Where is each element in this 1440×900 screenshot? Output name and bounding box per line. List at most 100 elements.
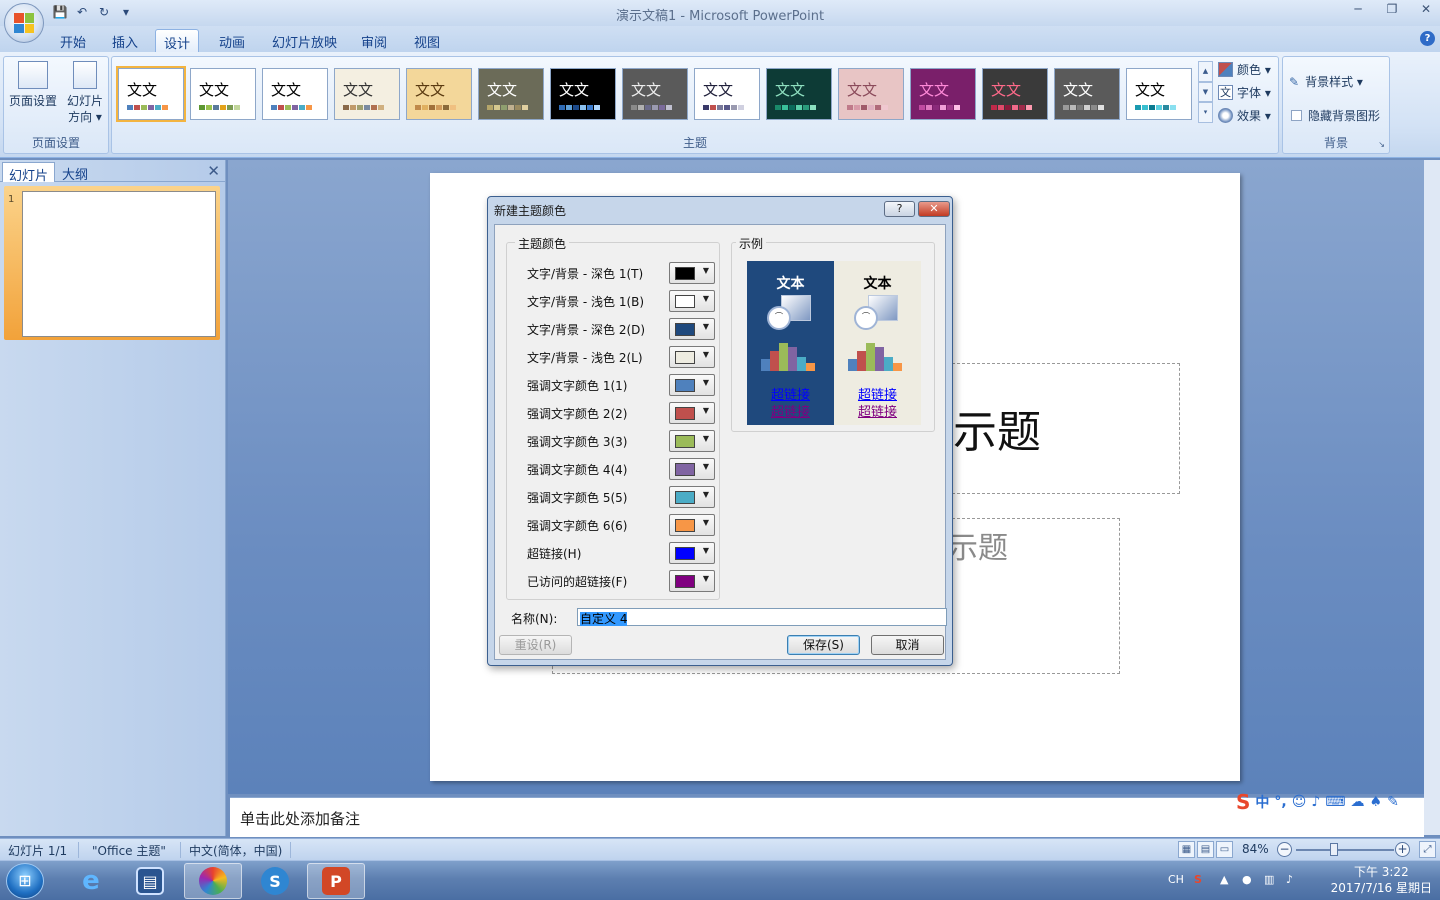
office-button[interactable] [4,3,44,43]
minimize-button[interactable]: ─ [1350,2,1366,16]
clock[interactable]: 下午 3:22 2017/7/16 星期日 [1331,864,1432,896]
ime-keyboard-icon[interactable]: ⌨ [1325,794,1345,810]
theme-thumbnail[interactable]: 文文 [1126,68,1192,120]
tab-home[interactable]: 开始 [52,29,94,52]
tray-security-icon[interactable]: ● [1242,873,1252,886]
slide-orientation-button[interactable]: 幻灯片 方向 ▾ [62,61,108,125]
theme-colors-button[interactable]: 颜色 ▾ [1218,61,1271,78]
dialog-launcher-icon[interactable]: ↘ [1378,140,1385,149]
ime-punct-icon[interactable]: °, [1274,794,1286,810]
color-picker-button[interactable]: ▼ [669,542,715,564]
slide-thumbnail-selected[interactable]: 1 [4,186,220,340]
color-picker-button[interactable]: ▼ [669,318,715,340]
theme-thumbnail[interactable]: 文文 [838,68,904,120]
slideshow-button[interactable]: ▭ [1216,841,1233,858]
color-picker-button[interactable]: ▼ [669,486,715,508]
theme-thumbnail[interactable]: 文文 [478,68,544,120]
zoom-out-button[interactable]: − [1277,842,1292,857]
tray-network-icon[interactable]: ▥ [1264,873,1274,886]
theme-thumbnail[interactable]: 文文 [262,68,328,120]
taskbar-sogou-browser[interactable]: S [246,863,304,899]
taskbar-powerpoint[interactable]: P [307,863,365,899]
theme-thumbnail[interactable]: 文文 [334,68,400,120]
theme-fonts-button[interactable]: 文 字体 ▾ [1218,84,1271,101]
page-setup-button[interactable]: 页面设置 [8,61,58,109]
theme-thumbnail[interactable]: 文文 [550,68,616,120]
sample-group: 示例 文本 ⌒ 超链接 超链接 文本 ⌒ 超链接 超链接 [731,235,935,432]
hide-background-checkbox[interactable]: 隐藏背景图形 [1291,107,1380,124]
theme-thumbnail[interactable]: 文文 [116,66,186,122]
taskbar-picasa[interactable] [184,863,242,899]
office-logo-icon [14,13,34,33]
tab-insert[interactable]: 插入 [104,29,146,52]
close-button[interactable]: ✕ [1418,2,1434,16]
theme-sample-text: 文文 [1135,81,1166,99]
tray-expand-icon[interactable]: ▲ [1220,873,1228,886]
dialog-help-button[interactable]: ? [884,201,915,217]
vertical-scrollbar[interactable] [1424,160,1440,835]
close-pane-icon[interactable]: ✕ [207,162,220,180]
theme-thumbnail[interactable]: 文文 [694,68,760,120]
theme-thumbnail[interactable]: 文文 [766,68,832,120]
taskbar-ie[interactable]: e [62,863,120,899]
tray-language[interactable]: CH [1168,873,1184,886]
gallery-more-button[interactable]: ▾ [1198,102,1213,124]
title-bar: 💾 ↶ ↻ ▾ 演示文稿1 - Microsoft PowerPoint ─ ❐… [0,0,1440,26]
color-picker-button[interactable]: ▼ [669,570,715,592]
ime-mic-icon[interactable]: ♪ [1311,794,1320,810]
reset-button[interactable]: 重设(R) [499,635,572,655]
slide-thumbnail[interactable] [22,191,216,337]
tab-slides[interactable]: 幻灯片 [2,162,56,184]
ime-chinese-icon[interactable]: 中 [1255,792,1269,812]
gallery-up-button[interactable]: ▲ [1198,61,1213,82]
theme-thumbnail[interactable]: 文文 [622,68,688,120]
ime-toolbar: S 中 °, ☺ ♪ ⌨ ☁ ♠ ✎ [1234,789,1438,815]
theme-thumbnail[interactable]: 文文 [982,68,1048,120]
hide-background-check[interactable] [1291,110,1302,121]
ime-tools-icon[interactable]: ✎ [1387,794,1399,810]
start-button[interactable]: ⊞ [6,863,44,899]
dialog-close-button[interactable]: ✕ [918,201,950,217]
fit-window-button[interactable]: ⤢ [1419,841,1436,858]
tray-volume-icon[interactable]: ♪ [1286,873,1293,886]
color-picker-button[interactable]: ▼ [669,430,715,452]
tab-animation[interactable]: 动画 [211,29,253,52]
color-picker-button[interactable]: ▼ [669,514,715,536]
zoom-in-button[interactable]: + [1395,842,1410,857]
theme-thumbnail[interactable]: 文文 [910,68,976,120]
theme-effects-button[interactable]: 效果 ▾ [1218,107,1271,124]
cancel-button[interactable]: 取消 [871,635,944,655]
tab-design[interactable]: 设计 [155,29,200,52]
normal-view-button[interactable]: ▦ [1178,841,1195,858]
taskbar-media[interactable]: ▤ [121,863,179,899]
tab-slideshow[interactable]: 幻灯片放映 [264,29,345,52]
color-picker-button[interactable]: ▼ [669,346,715,368]
zoom-slider[interactable] [1296,849,1394,851]
theme-thumbnail[interactable]: 文文 [190,68,256,120]
color-picker-button[interactable]: ▼ [669,402,715,424]
ime-skin-icon[interactable]: ♠ [1370,794,1383,810]
tab-review[interactable]: 审阅 [353,29,395,52]
help-icon[interactable]: ? [1420,31,1435,46]
sogou-icon[interactable]: S [1236,790,1250,814]
tab-view[interactable]: 视图 [406,29,448,52]
zoom-slider-thumb[interactable] [1330,843,1338,856]
gallery-down-button[interactable]: ▼ [1198,81,1213,103]
slide-sorter-button[interactable]: ▤ [1197,841,1214,858]
language-indicator[interactable]: 中文(简体，中国) [189,842,282,859]
ime-user-icon[interactable]: ☁ [1351,794,1365,810]
color-picker-button[interactable]: ▼ [669,290,715,312]
zoom-level[interactable]: 84% [1242,842,1269,856]
background-styles-button[interactable]: ✎ 背景样式 ▾ [1289,73,1363,90]
theme-thumbnail[interactable]: 文文 [406,68,472,120]
color-picker-button[interactable]: ▼ [669,262,715,284]
tray-sogou-icon[interactable]: S [1194,873,1202,886]
color-picker-button[interactable]: ▼ [669,374,715,396]
color-picker-button[interactable]: ▼ [669,458,715,480]
save-button[interactable]: 保存(S) [787,635,860,655]
tab-outline[interactable]: 大纲 [56,162,94,183]
theme-thumbnail[interactable]: 文文 [1054,68,1120,120]
name-input[interactable]: 自定义 4 [577,608,947,626]
ime-emoji-icon[interactable]: ☺ [1292,794,1307,810]
maximize-button[interactable]: ❐ [1384,2,1400,16]
